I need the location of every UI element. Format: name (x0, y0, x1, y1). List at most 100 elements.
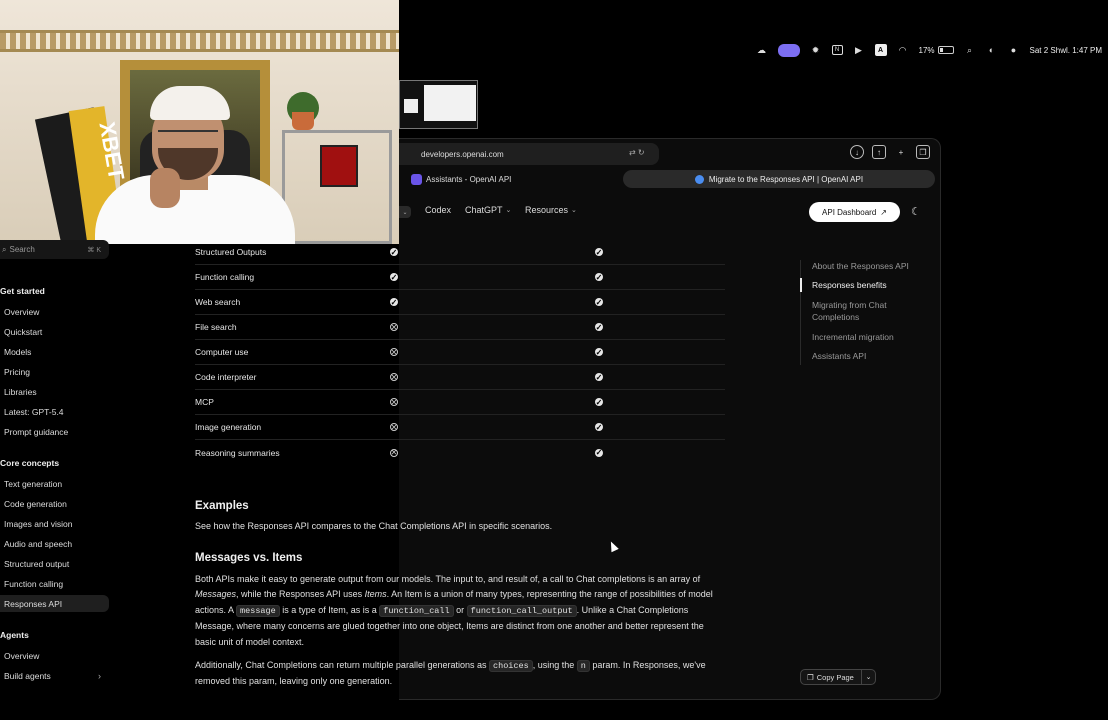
input-A-icon[interactable]: A (874, 44, 887, 56)
sidebar-item-label: Images and vision (4, 518, 73, 529)
cross-icon: ✕ (390, 322, 398, 332)
nav-chatgpt[interactable]: ChatGPT ⌄ (465, 205, 511, 215)
sidebar-item-pricing[interactable]: Pricing (0, 363, 109, 380)
button-label: API Dashboard (822, 207, 877, 217)
toc-item-incremental[interactable]: Incremental migration (812, 331, 917, 343)
new-tab-icon[interactable]: + (894, 145, 908, 159)
battery-icon (937, 46, 954, 54)
check-icon: ✓ (595, 272, 603, 282)
sidebar-item-function-calling[interactable]: Function calling (0, 575, 109, 592)
toc-item-assistants[interactable]: Assistants API (812, 350, 917, 362)
tab-label: Migrate to the Responses API | OpenAI AP… (708, 174, 864, 184)
chevron-down-icon: ⌄ (571, 207, 577, 214)
favicon-icon (411, 173, 422, 185)
cloud-icon[interactable]: ☁ (756, 44, 768, 56)
battery-indicator[interactable]: 17% (919, 46, 954, 55)
paragraph-messages-items: Both APIs make it easy to generate outpu… (195, 574, 713, 647)
translate-reload-icon[interactable]: ⇄ ↻ (629, 148, 645, 157)
table-row: Image generation ✕ ✓ (195, 415, 725, 440)
control-center-icon[interactable]: ◐ (986, 44, 998, 56)
chevron-down-icon[interactable]: ⌄ (861, 670, 875, 684)
sun-icon[interactable]: ✹ (810, 44, 822, 56)
menu-clock[interactable]: Sat 2 Shwl. 1:47 PM (1030, 46, 1102, 55)
siri-icon[interactable]: ● (1008, 44, 1020, 56)
feature-name: MCP (195, 397, 214, 407)
download-icon[interactable]: ↓ (850, 145, 864, 159)
sidebar-item-overview[interactable]: Overview (0, 303, 109, 320)
search-icon[interactable]: ⌕ (964, 44, 976, 56)
table-row: Reasoning summaries ✕ ✓ (195, 440, 725, 465)
share-icon[interactable]: ↑ (872, 145, 886, 159)
api-dashboard-button[interactable]: API Dashboard ↗ (809, 202, 900, 222)
copy-page-button[interactable]: ❐ Copy Page ⌄ (800, 669, 876, 685)
n-box-icon[interactable]: N (831, 45, 843, 55)
sidebar-item-quickstart[interactable]: Quickstart (0, 323, 109, 340)
window-thumbnail[interactable] (399, 80, 478, 129)
webcam-overlay: XBET (0, 0, 399, 244)
sidebar-item-label: Prompt guidance (4, 426, 69, 437)
nav-codex[interactable]: Codex (425, 205, 451, 215)
section-get-started: Get started (0, 286, 45, 296)
copy-icon: ❐ (807, 672, 814, 682)
tab-overview-icon[interactable]: ❐ (916, 145, 930, 159)
sidebar-item-models[interactable]: Models (0, 343, 109, 360)
examples-text: See how the Responses API compares to th… (195, 521, 553, 531)
sidebar-item-label: Text generation (4, 478, 63, 489)
nav-label: Codex (425, 205, 452, 215)
check-icon: ✓ (595, 422, 603, 432)
chevron-right-icon: › (98, 670, 101, 681)
copy-page-label: Copy Page (816, 672, 854, 682)
nav-dropdown-cut[interactable]: ⌄ (399, 206, 411, 218)
sidebar-item-label: Structured output (4, 558, 70, 569)
sidebar-item-responses-api[interactable]: Responses API (0, 595, 109, 612)
feature-name: Computer use (195, 347, 249, 357)
sidebar-item-label: Overview (4, 306, 40, 317)
cross-icon: ✕ (390, 397, 398, 407)
tab-assistants[interactable]: Assistants - OpenAI API (411, 170, 511, 188)
paragraph-choices: Additionally, Chat Completions can retur… (195, 660, 706, 687)
sidebar-item-label: Libraries (4, 386, 37, 397)
toc-item-benefits[interactable]: Responses benefits (812, 279, 917, 291)
nav-resources[interactable]: Resources ⌄ (525, 205, 577, 215)
sidebar-item-prompt-guidance[interactable]: Prompt guidance (0, 423, 109, 440)
check-icon: ✓ (595, 347, 603, 357)
sidebar-item-audio-speech[interactable]: Audio and speech (0, 535, 109, 552)
sidebar-item-label: Pricing (4, 366, 30, 377)
sidebar-item-build-agents[interactable]: Build agents › (0, 667, 109, 684)
cross-icon: ✕ (390, 448, 398, 457)
check-icon: ✓ (390, 272, 398, 282)
wifi-icon[interactable]: ◠ (897, 44, 909, 56)
sidebar-item-agents-overview[interactable]: Overview (0, 647, 109, 664)
search-placeholder: Search (9, 245, 35, 254)
tab-migrate[interactable]: Migrate to the Responses API | OpenAI AP… (623, 170, 935, 188)
chevron-down-icon: ⌄ (505, 207, 512, 214)
favicon-icon (694, 174, 704, 184)
menu-bar: ☁ ✹ N ▶ A ◠ 17% ⌕ ◐ ● Sat 2 Shwl. 1:47 P… (738, 40, 1108, 60)
code-function-call-output: function_call_output (466, 604, 577, 617)
address-bar[interactable]: developers.openai.com (399, 143, 659, 165)
toc-item-migrating[interactable]: Migrating from Chat Completions (812, 299, 917, 323)
check-icon: ✓ (595, 247, 603, 257)
table-row: Function calling ✓ ✓ (195, 265, 725, 290)
sidebar-item-libraries[interactable]: Libraries (0, 383, 109, 400)
check-icon: ✓ (595, 297, 603, 307)
sidebar-item-images-vision[interactable]: Images and vision (0, 515, 109, 532)
table-row: Structured Outputs ✓ ✓ (195, 240, 725, 265)
check-icon: ✓ (595, 372, 603, 382)
sidebar-item-latest[interactable]: Latest: GPT-5.4 (0, 403, 109, 420)
toc-item-about[interactable]: About the Responses API (812, 260, 917, 272)
theme-toggle-moon-icon[interactable]: ☾ (911, 205, 921, 218)
sidebar-item-structured-output[interactable]: Structured output (0, 555, 109, 572)
code-function-call: function_call (379, 604, 454, 617)
sidebar-item-label: Build agents (4, 670, 51, 681)
screen-record-icon[interactable] (777, 43, 800, 57)
cross-icon: ✕ (390, 422, 398, 432)
search-input[interactable]: ⌕ Search ⌘ K (0, 240, 109, 259)
url-text: developers.openai.com (421, 149, 504, 159)
sidebar-item-label: Overview (4, 650, 40, 661)
battery-percent: 17% (918, 45, 935, 55)
sidebar-item-code-generation[interactable]: Code generation (0, 495, 109, 512)
arrow-up-right-icon: ↗ (880, 207, 887, 217)
sidebar-item-text-generation[interactable]: Text generation (0, 475, 109, 492)
play-icon[interactable]: ▶ (853, 44, 865, 56)
